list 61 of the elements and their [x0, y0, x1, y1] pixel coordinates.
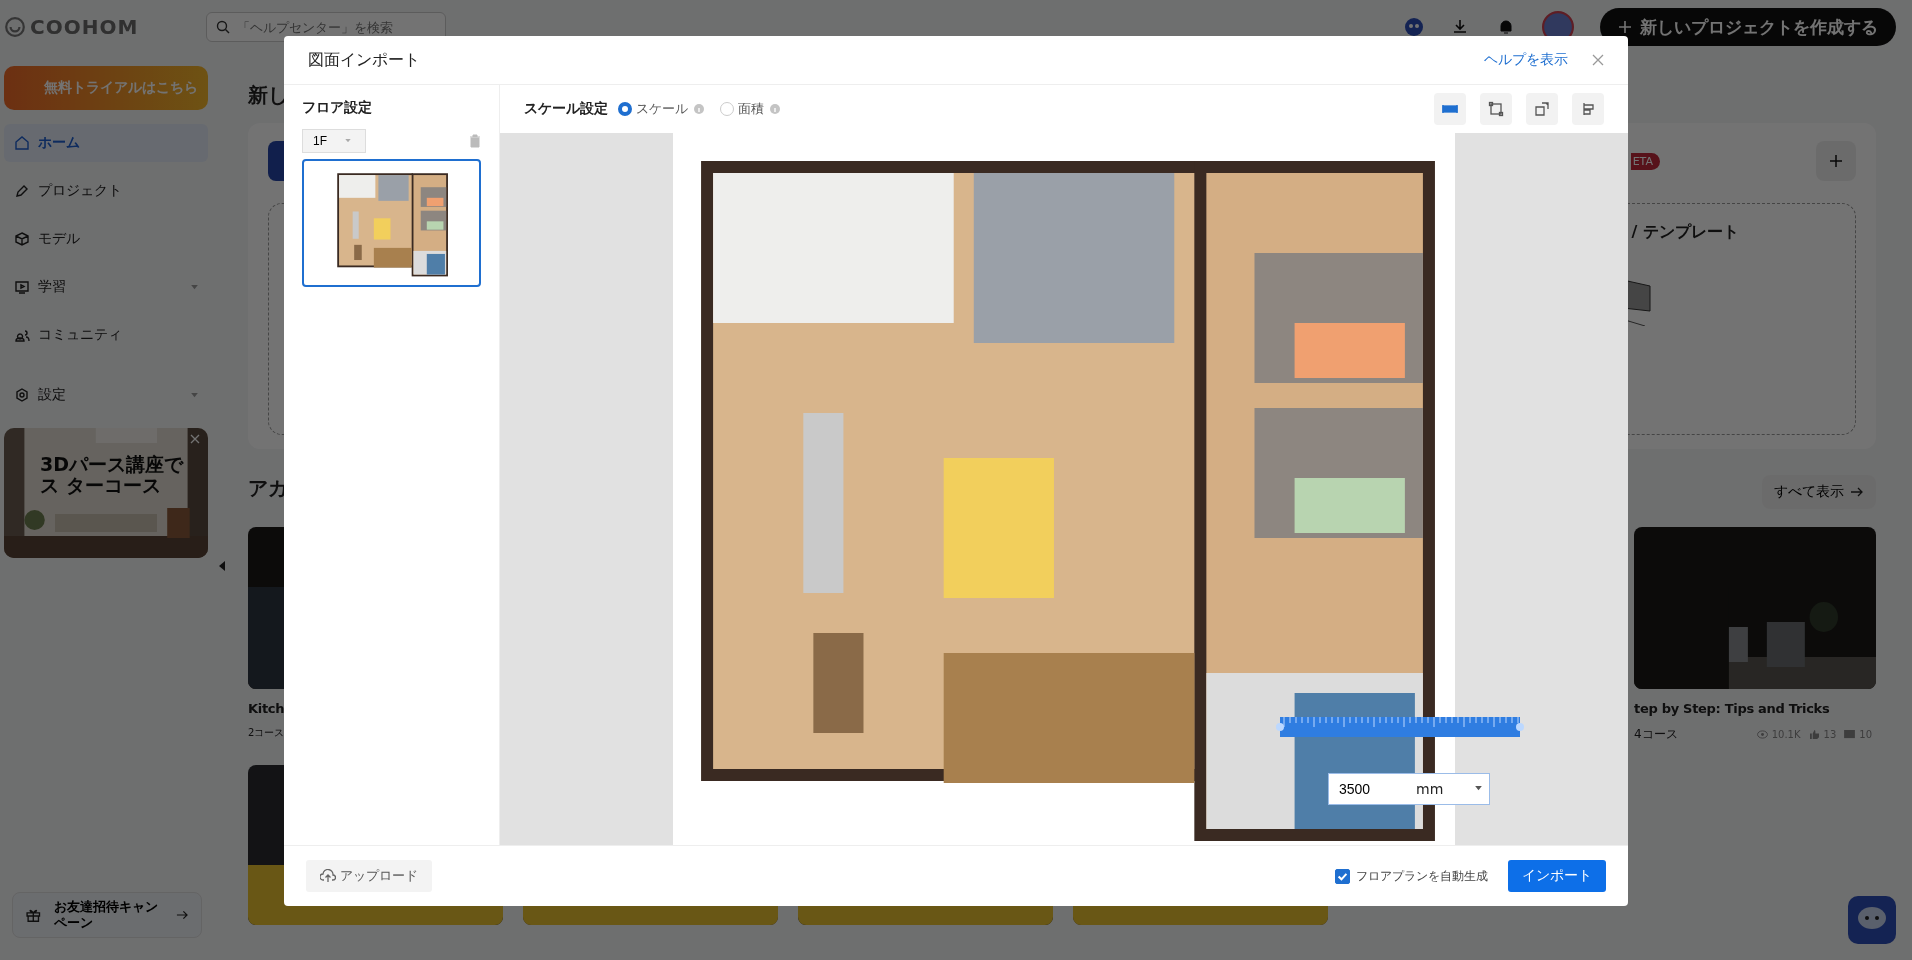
arrow-right-icon	[176, 910, 189, 920]
view-all-button[interactable]: すべて表示	[1762, 475, 1876, 509]
beta-badge: ETA	[1630, 152, 1660, 170]
nav-item[interactable]: 学習	[4, 268, 208, 306]
caret-icon[interactable]	[1475, 786, 1482, 791]
dialog-title: 図面インポート	[308, 49, 420, 71]
panel-heading: フロア設定	[302, 99, 373, 117]
info-icon	[694, 104, 704, 114]
promo-banner[interactable]: 3Dパース講座で ス ターコース	[4, 428, 208, 558]
scale-radio[interactable]: 面積	[720, 100, 764, 118]
create-project-button[interactable]: 新しいプロジェクトを作成する	[1600, 8, 1896, 46]
gear-icon	[14, 387, 30, 403]
scale-radio[interactable]: スケール	[618, 100, 688, 118]
team-icon[interactable]	[1404, 17, 1424, 37]
nav-item[interactable]: コミュニティ	[4, 316, 208, 354]
corners-icon	[1488, 101, 1504, 117]
checkbox[interactable]	[1335, 868, 1350, 884]
logo-icon	[4, 16, 26, 38]
course-count: 4コース	[1634, 726, 1678, 743]
floor-dropdown[interactable]: 1F	[302, 129, 366, 153]
nav-item[interactable]: プロジェクト	[4, 172, 208, 210]
logo-text: COOHOM	[30, 15, 139, 39]
arrow-right-icon	[1850, 487, 1864, 497]
corners-tool-button[interactable]	[1480, 93, 1512, 125]
comment-icon	[1844, 730, 1856, 739]
course-title: tep by Step: Tips and Tricks	[1634, 701, 1831, 716]
chat-icon[interactable]	[1848, 896, 1896, 944]
pen-icon	[14, 183, 30, 199]
close-icon[interactable]	[1592, 54, 1604, 66]
upload-icon	[320, 869, 336, 883]
floor-thumbnail[interactable]	[302, 159, 481, 287]
course-title: Kitch	[248, 701, 286, 716]
plus-icon	[1618, 20, 1632, 34]
template-title: / テンプレート	[1631, 222, 1739, 243]
nav-item[interactable]: モデル	[4, 220, 208, 258]
search-icon	[216, 20, 230, 34]
screen-icon	[14, 279, 30, 295]
invite-button[interactable]: お友達招待キャンペーン	[12, 892, 202, 938]
promo-title: 3Dパース講座で ス ターコース	[40, 454, 183, 496]
course-count: 2コース	[248, 726, 285, 740]
import-button[interactable]: インポート	[1508, 860, 1606, 892]
people-icon	[14, 327, 30, 343]
collapse-icon[interactable]	[219, 561, 225, 571]
nav-item[interactable]: ホーム	[4, 124, 208, 162]
info-icon	[770, 104, 780, 114]
checkbox-label: フロアプランを自動生成	[1356, 867, 1488, 885]
nav-item[interactable]: 設定	[4, 376, 208, 414]
plus-icon[interactable]	[1816, 141, 1856, 181]
ruler-tool-button[interactable]	[1434, 93, 1466, 125]
align-icon	[1580, 101, 1596, 117]
align-tool-button[interactable]	[1572, 93, 1604, 125]
rotate-icon	[1534, 101, 1550, 117]
help-link[interactable]: ヘルプを表示	[1484, 51, 1568, 69]
upload-button[interactable]: アップロード	[306, 860, 432, 892]
thumbs-up-icon	[1808, 730, 1820, 739]
rotate-tool-button[interactable]	[1526, 93, 1558, 125]
scale-label: スケール設定	[524, 100, 608, 118]
eye-icon	[1756, 730, 1768, 739]
section-heading: 新し	[248, 82, 288, 109]
home-icon	[14, 135, 30, 151]
caret-icon	[345, 139, 351, 143]
